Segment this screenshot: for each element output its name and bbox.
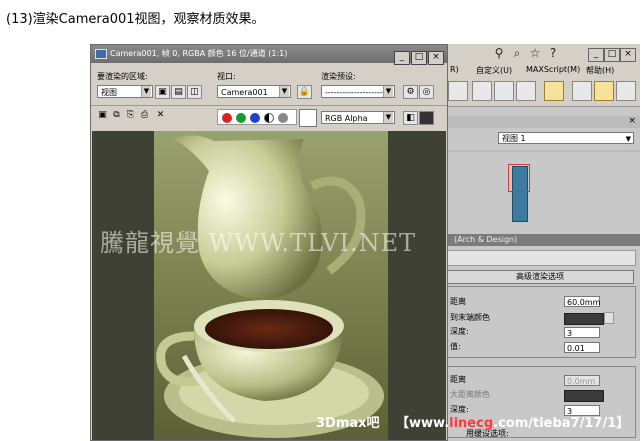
close-icon[interactable]: ×: [628, 116, 636, 126]
map-button[interactable]: [604, 312, 614, 324]
coffee: [205, 309, 333, 349]
edit-region-icon[interactable]: ▣: [155, 85, 170, 99]
chevron-down-icon: ▼: [625, 135, 631, 143]
environment-icon[interactable]: ◎: [419, 85, 434, 99]
render-setup-icon[interactable]: [448, 81, 468, 101]
render-setup-icon[interactable]: ⚙: [403, 85, 418, 99]
viewport-label: 视口:: [217, 72, 236, 81]
mono-toggle[interactable]: [278, 113, 288, 123]
close-button[interactable]: ×: [428, 51, 444, 65]
material-rollout[interactable]: (Arch & Design): [446, 234, 640, 246]
chevron-down-icon: ▼: [383, 112, 393, 123]
refraction-distance-spinner[interactable]: 0.0mm: [564, 375, 600, 386]
dark-bg-icon[interactable]: [419, 111, 434, 125]
curve-editor-icon[interactable]: [494, 81, 514, 101]
chevron-down-icon: ▼: [279, 86, 289, 97]
close-button[interactable]: ×: [620, 48, 636, 62]
render-frame-icon[interactable]: [544, 81, 564, 101]
render-area-dropdown[interactable]: 视图 ▼: [97, 85, 153, 98]
binoculars-icon[interactable]: ⚲: [492, 46, 506, 60]
advanced-options-rollout[interactable]: 高级渲染选项: [446, 270, 634, 284]
max-main-window: ⚲ ⌕ ☆ ? _ □ × R) 自定义(U) MAXScript(M) 帮助(…: [446, 44, 640, 441]
clone-frame-icon[interactable]: ⎘: [123, 109, 138, 123]
viewport-preview: [446, 152, 640, 232]
render-frame-window: Camera001, 帧 0, RGBA 颜色 16 位/通道 (1:1) _ □…: [90, 44, 448, 441]
selection-rect: [508, 164, 530, 192]
site-watermark: 騰龍視覺 WWW.TLVI.NET: [100, 229, 417, 257]
schematic-icon[interactable]: [516, 81, 536, 101]
teapot-render-icon[interactable]: [594, 81, 614, 101]
green-channel-toggle[interactable]: [236, 113, 246, 123]
search-icon[interactable]: ⌕: [510, 46, 524, 60]
minimize-button[interactable]: _: [588, 48, 604, 62]
forum-watermark: 3Dmax吧: [316, 416, 380, 431]
render-preset-dropdown[interactable]: ---------------------- ▼: [321, 85, 395, 98]
maximize-button[interactable]: □: [411, 51, 427, 65]
chevron-down-icon: ▼: [383, 86, 393, 97]
option-label: 距离: [450, 297, 466, 306]
maximize-button[interactable]: □: [604, 48, 620, 62]
color-swatch[interactable]: [299, 109, 317, 127]
alpha-channel-toggle[interactable]: [264, 113, 274, 123]
app-icon: [95, 48, 107, 59]
option-label: 距离: [450, 375, 466, 384]
quick-render-icon[interactable]: [572, 81, 592, 101]
url-watermark: 【www.linecg.com/tieba7/17/1】: [396, 416, 630, 431]
print-icon[interactable]: ⎙: [137, 109, 152, 123]
chevron-down-icon: ▼: [141, 86, 151, 97]
area-label: 要渲染的区域:: [97, 72, 148, 81]
option-label: 深度:: [450, 327, 469, 336]
rendered-scene: [156, 135, 384, 438]
far-color-swatch[interactable]: [564, 390, 604, 402]
max-distance-spinner[interactable]: 60.0mm: [564, 296, 600, 307]
clear-icon[interactable]: ✕: [153, 109, 168, 123]
menu-item-maxscript[interactable]: MAXScript(M): [526, 65, 580, 74]
menu-item-help[interactable]: 帮助(H): [586, 65, 614, 76]
menu-bar: R) 自定义(U) MAXScript(M) 帮助(H): [446, 64, 640, 78]
option-label: 到末端颜色: [450, 313, 490, 322]
blue-channel-toggle[interactable]: [250, 113, 260, 123]
end-color-swatch[interactable]: [564, 313, 604, 325]
lock-icon[interactable]: 🔒: [297, 85, 312, 99]
jug-shape: [174, 135, 322, 300]
red-channel-toggle[interactable]: [222, 113, 232, 123]
option-label: 值:: [450, 342, 461, 351]
rendered-image: [154, 131, 388, 440]
channel-dropdown[interactable]: RGB Alpha ▼: [321, 111, 395, 124]
max-depth-spinner[interactable]: 3: [564, 327, 600, 338]
menu-item-customize[interactable]: 自定义(U): [476, 65, 512, 76]
save-image-icon[interactable]: ▣: [95, 109, 110, 123]
auto-region-icon[interactable]: ▤: [171, 85, 186, 99]
preset-label: 渲染预设:: [321, 72, 356, 81]
material-name-field[interactable]: [446, 250, 636, 266]
viewport-dropdown[interactable]: Camera001 ▼: [217, 85, 291, 98]
option-label: 大距离颜色: [450, 390, 490, 399]
menu-item-render[interactable]: R): [450, 65, 459, 74]
channel-toggle-bar: [217, 109, 297, 125]
rendered-image-area: 騰龍視覺 WWW.TLVI.NET: [92, 131, 446, 440]
title-strip: ⚲ ⌕ ☆ ? _ □ ×: [446, 44, 640, 64]
display-toggle-icon[interactable]: ◧: [403, 111, 418, 125]
material-editor-icon[interactable]: [472, 81, 492, 101]
active-shade-icon[interactable]: [616, 81, 636, 101]
minimize-button[interactable]: _: [394, 51, 410, 65]
main-toolbar: [446, 78, 640, 107]
render-window-titlebar: Camera001, 帧 0, RGBA 颜色 16 位/通道 (1:1) _ □…: [91, 45, 447, 65]
copy-image-icon[interactable]: ⧉: [109, 109, 124, 123]
divider: [91, 105, 447, 106]
tutorial-caption: (13)渲染Camera001视图，观察材质效果。: [6, 12, 265, 27]
cutoff-spinner[interactable]: 0.01: [564, 342, 600, 353]
favorites-icon[interactable]: ☆: [528, 46, 542, 60]
help-icon[interactable]: ?: [546, 46, 560, 60]
viewport-panel-header: ×: [446, 116, 640, 128]
region-reset-icon[interactable]: ◫: [187, 85, 202, 99]
viewport-select[interactable]: 视图 1 ▼: [498, 132, 634, 144]
